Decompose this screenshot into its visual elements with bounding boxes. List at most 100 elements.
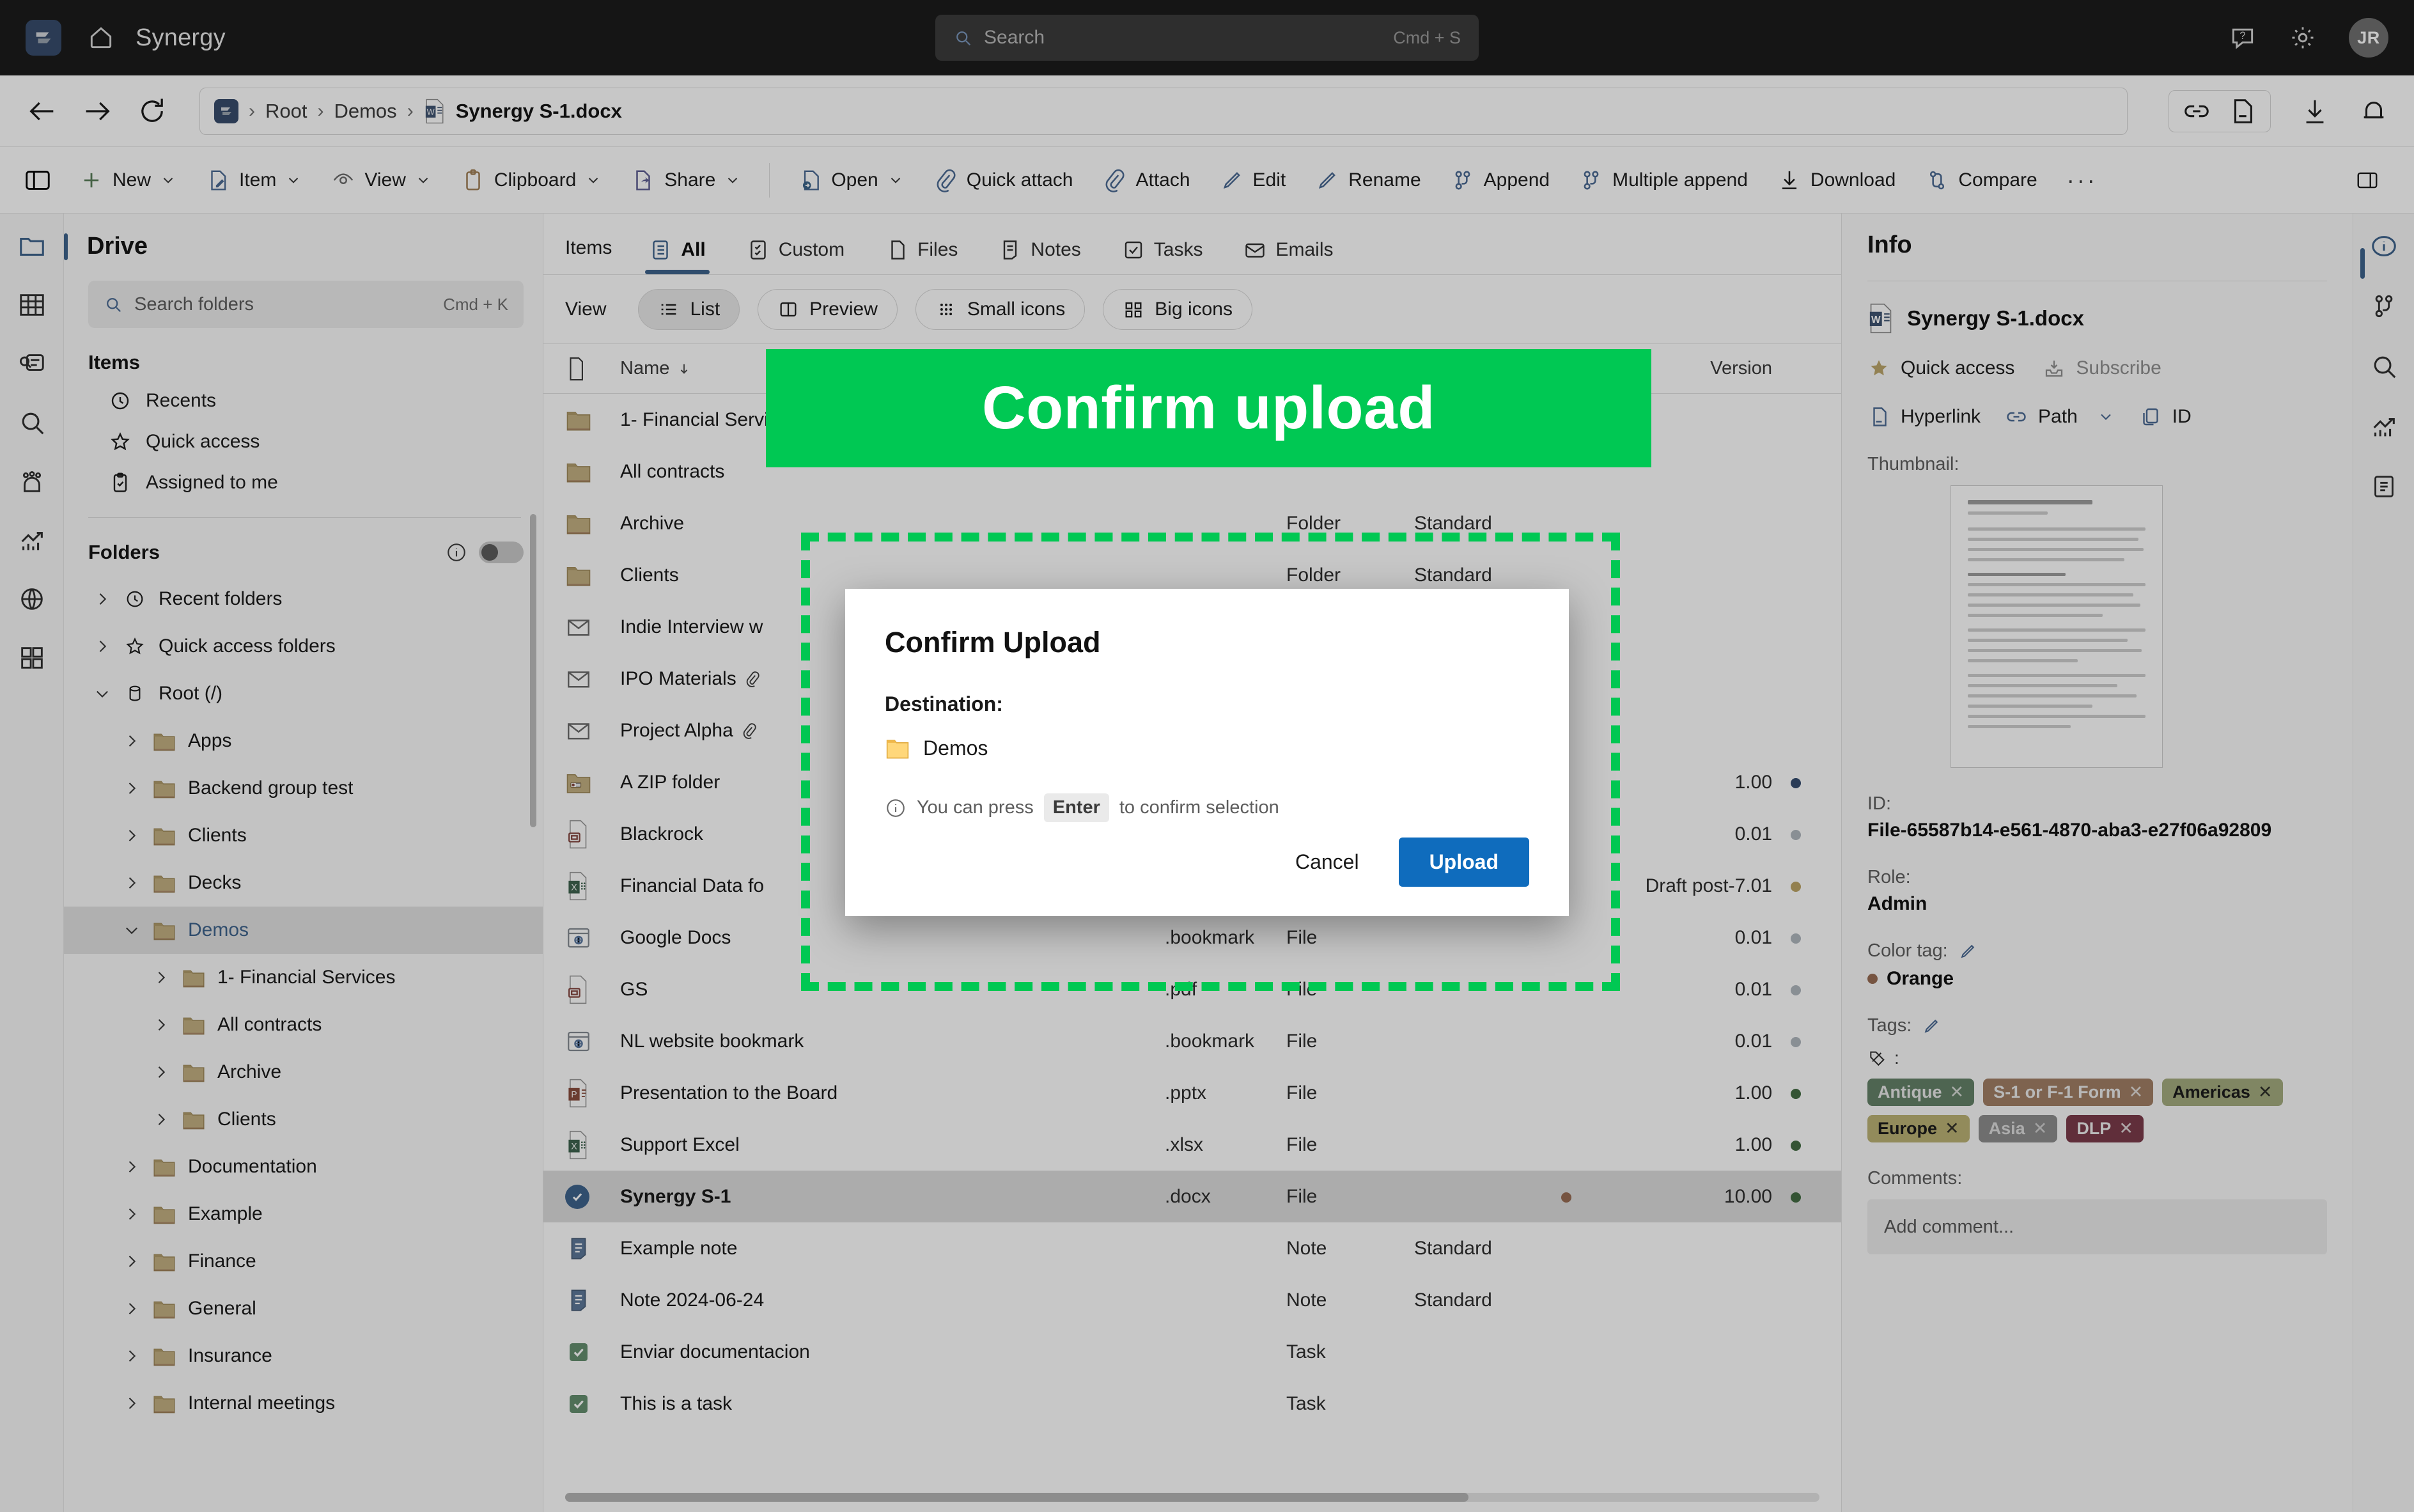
tag-remove-icon[interactable]: ✕: [1950, 1082, 1965, 1102]
tag-chip[interactable]: Antique ✕: [1867, 1079, 1975, 1106]
view-option-big-icons[interactable]: Big icons: [1103, 288, 1252, 330]
ribbon-quick-attach-button[interactable]: Quick attach: [922, 162, 1085, 199]
tag-remove-icon[interactable]: ✕: [2033, 1119, 2048, 1139]
view-option-small-icons[interactable]: Small icons: [915, 288, 1086, 330]
column-version-header[interactable]: Version: [1638, 358, 1772, 379]
chevron-right-icon[interactable]: [123, 732, 141, 750]
tree-node-1-financial-services[interactable]: 1- Financial Services: [64, 954, 543, 1001]
tab-all[interactable]: All: [628, 238, 726, 274]
rail-globe-icon[interactable]: [17, 584, 47, 614]
view-option-list[interactable]: List: [638, 288, 740, 330]
add-comment-input[interactable]: Add comment...: [1867, 1199, 2327, 1254]
tab-emails[interactable]: Emails: [1223, 238, 1353, 274]
folder-search-input[interactable]: Search folders Cmd + K: [88, 281, 524, 328]
ribbon-overflow-button[interactable]: ···: [2055, 160, 2109, 200]
chevron-right-icon[interactable]: [93, 637, 111, 655]
search-icon[interactable]: [2369, 352, 2399, 381]
sidebar-scrollbar[interactable]: [530, 514, 536, 827]
ribbon-open-button[interactable]: Open: [786, 162, 915, 199]
tag-remove-icon[interactable]: ✕: [1945, 1119, 1959, 1139]
rail-folder-icon[interactable]: [17, 231, 47, 261]
tag-chip[interactable]: S-1 or F-1 Form ✕: [1983, 1079, 2154, 1106]
ribbon-append-button[interactable]: Append: [1439, 162, 1561, 199]
panel-toggle-icon[interactable]: [23, 166, 52, 195]
table-row[interactable]: Enviar documentacion Task: [543, 1326, 1841, 1378]
path-button[interactable]: Path: [2005, 405, 2115, 428]
thumbnail-preview[interactable]: [1951, 485, 2163, 768]
tag-chip[interactable]: Asia ✕: [1978, 1115, 2058, 1142]
tab-files[interactable]: Files: [865, 238, 978, 274]
chevron-right-icon[interactable]: [123, 1205, 141, 1223]
ribbon-new-button[interactable]: New: [68, 162, 188, 199]
ribbon-download-button[interactable]: Download: [1766, 162, 1907, 199]
tree-node-documentation[interactable]: Documentation: [64, 1143, 543, 1190]
ribbon-clipboard-button[interactable]: Clipboard: [449, 162, 613, 199]
tag-chip[interactable]: Americas ✕: [2162, 1079, 2283, 1106]
chevron-right-icon[interactable]: [123, 1252, 141, 1270]
chevron-right-icon[interactable]: [123, 1347, 141, 1365]
table-row[interactable]: Example note Note Standard: [543, 1222, 1841, 1274]
chevron-right-icon[interactable]: [152, 1016, 170, 1034]
chevron-right-icon[interactable]: [123, 827, 141, 845]
pencil-icon[interactable]: [1922, 1017, 1941, 1036]
ribbon-view-button[interactable]: View: [320, 162, 442, 199]
brand-logo-icon[interactable]: [26, 20, 61, 56]
tree-node-insurance[interactable]: Insurance: [64, 1332, 543, 1380]
chevron-right-icon[interactable]: [123, 874, 141, 892]
ribbon-compare-button[interactable]: Compare: [1913, 162, 2048, 199]
tree-node-quick-access-folders[interactable]: Quick access folders: [64, 623, 543, 670]
tree-node-decks[interactable]: Decks: [64, 859, 543, 907]
chevron-right-icon[interactable]: [152, 1063, 170, 1081]
table-row[interactable]: X Support Excel .xlsx File 1.00: [543, 1119, 1841, 1171]
breadcrumb-item-demos[interactable]: Demos: [334, 100, 396, 123]
hyperlink-document-icon[interactable]: [2228, 97, 2257, 126]
analytics-icon[interactable]: [2369, 412, 2399, 441]
breadcrumb-item-root[interactable]: Root: [265, 100, 307, 123]
ribbon-rename-button[interactable]: Rename: [1304, 162, 1432, 199]
view-option-preview[interactable]: Preview: [758, 288, 898, 330]
chevron-right-icon[interactable]: [123, 779, 141, 797]
tree-node-demos[interactable]: Demos: [64, 907, 543, 954]
table-row[interactable]: NL website bookmark .bookmark File 0.01: [543, 1015, 1841, 1067]
pencil-icon[interactable]: [1958, 942, 1977, 961]
table-row[interactable]: Synergy S-1 .docx File 10.00: [543, 1171, 1841, 1222]
link-icon[interactable]: [2182, 97, 2211, 126]
tree-node-recent-folders[interactable]: Recent folders: [64, 575, 543, 623]
breadcrumb-item-current[interactable]: Synergy S-1.docx: [456, 100, 622, 123]
tree-node-general[interactable]: General: [64, 1285, 543, 1332]
chevron-right-icon[interactable]: [123, 1394, 141, 1412]
cancel-button[interactable]: Cancel: [1277, 839, 1377, 885]
back-arrow-icon[interactable]: [26, 95, 59, 128]
ribbon-attach-button[interactable]: Attach: [1091, 162, 1201, 199]
sidebar-item-assigned-to-me[interactable]: Assigned to me: [64, 462, 543, 503]
table-row[interactable]: Note 2024-06-24 Note Standard: [543, 1274, 1841, 1326]
table-row[interactable]: P Presentation to the Board .pptx File 1.00: [543, 1067, 1841, 1119]
tab-notes[interactable]: Notes: [978, 238, 1101, 274]
ribbon-item-button[interactable]: Item: [194, 162, 313, 199]
tree-node-all-contracts[interactable]: All contracts: [64, 1001, 543, 1048]
rail-analytics-icon[interactable]: [17, 526, 47, 555]
gear-icon[interactable]: [2289, 24, 2317, 52]
chevron-right-icon[interactable]: [93, 590, 111, 608]
sidebar-item-quick-access[interactable]: Quick access: [64, 421, 543, 462]
home-icon[interactable]: [87, 24, 115, 52]
tree-node-archive[interactable]: Archive: [64, 1048, 543, 1096]
breadcrumb[interactable]: › Root › Demos › W Synergy S-1.docx: [199, 87, 2128, 135]
quick-access-button[interactable]: Quick access: [1867, 357, 2014, 380]
folders-toggle[interactable]: [479, 542, 524, 563]
upload-button[interactable]: Upload: [1398, 838, 1529, 887]
help-icon[interactable]: ?: [2229, 24, 2257, 52]
chevron-down-icon[interactable]: [93, 685, 111, 703]
tag-remove-icon[interactable]: ✕: [2129, 1082, 2144, 1102]
rail-search-card-icon[interactable]: [17, 349, 47, 378]
subscribe-button[interactable]: Subscribe: [2043, 357, 2161, 380]
rail-apps-icon[interactable]: [17, 643, 47, 673]
chevron-down-icon[interactable]: [123, 921, 141, 939]
download-icon[interactable]: [2300, 97, 2330, 126]
table-row[interactable]: This is a task Task: [543, 1378, 1841, 1430]
id-button[interactable]: ID: [2139, 405, 2192, 428]
tag-remove-icon[interactable]: ✕: [2119, 1119, 2133, 1139]
rail-grid-icon[interactable]: [17, 290, 47, 320]
row-selected-check[interactable]: [565, 1184, 589, 1209]
rail-search-icon[interactable]: [17, 408, 47, 437]
